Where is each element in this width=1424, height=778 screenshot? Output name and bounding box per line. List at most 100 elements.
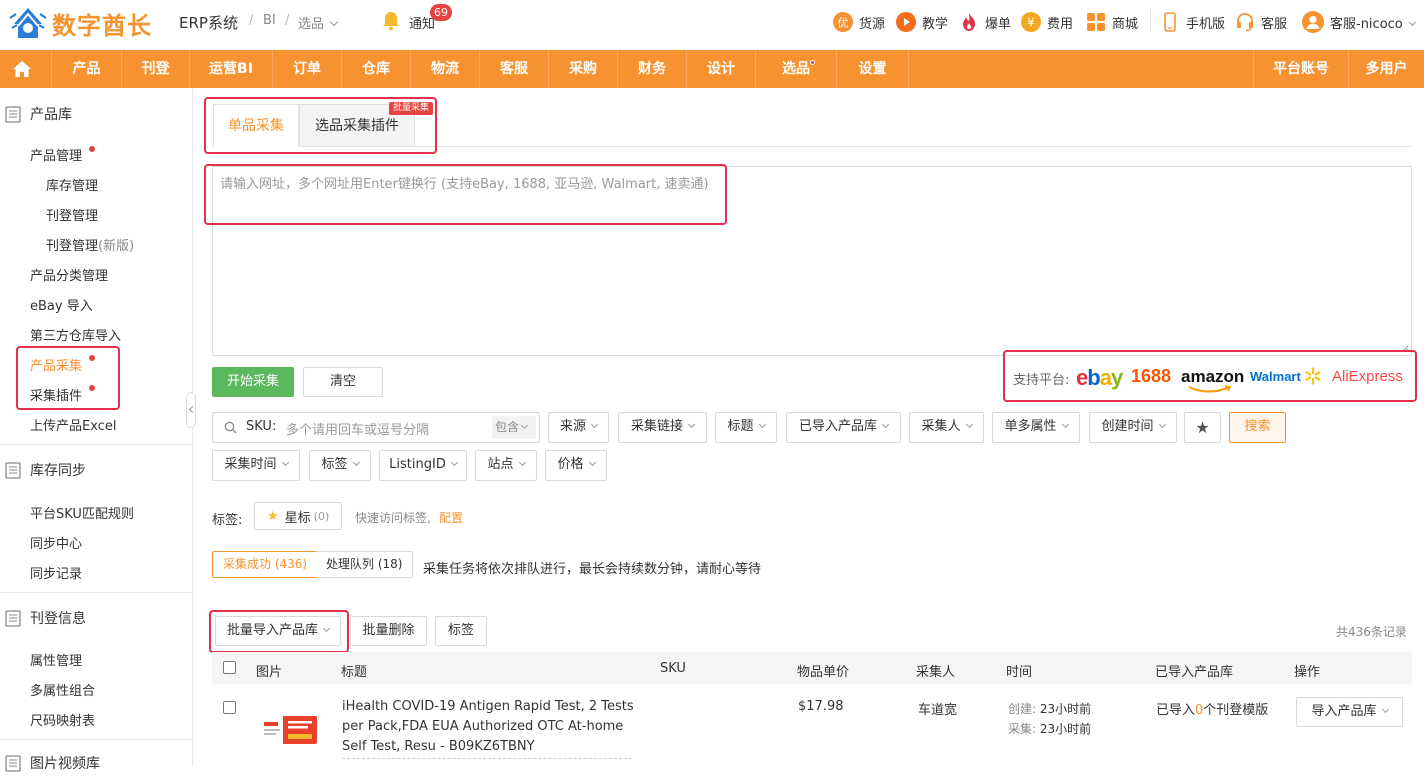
breadcrumb-xuanpin[interactable]: 选品 bbox=[298, 13, 339, 32]
nav-product[interactable]: 产品 bbox=[52, 50, 122, 88]
bulk-delete-button[interactable]: 批量删除 bbox=[350, 616, 427, 646]
sidebar-item-listing-management[interactable]: 刊登管理 bbox=[46, 205, 98, 224]
row-title[interactable]: iHealth COVID-19 Antigen Rapid Test, 2 T… bbox=[342, 697, 634, 757]
col-collector: 采集人 bbox=[916, 665, 956, 680]
nav-platform-accounts[interactable]: 平台账号 bbox=[1253, 50, 1349, 88]
filter-created-time[interactable]: 创建时间 bbox=[1089, 412, 1177, 443]
chief-logo-icon[interactable] bbox=[8, 4, 48, 42]
nav-multi-user[interactable]: 多用户 bbox=[1349, 50, 1424, 88]
sidebar-item-product-collection[interactable]: 产品采集 bbox=[30, 355, 82, 374]
header-link-tutorial[interactable]: 教学 bbox=[896, 12, 948, 32]
filter-tag[interactable]: 标签 bbox=[309, 450, 371, 481]
document-icon bbox=[5, 106, 21, 123]
filter-price[interactable]: 价格 bbox=[545, 450, 607, 481]
platform-1688: 1688 bbox=[1131, 366, 1172, 386]
nav-notice-dot bbox=[810, 60, 815, 65]
platform-amazon: amazon bbox=[1181, 367, 1244, 393]
row-import-button[interactable]: 导入产品库 bbox=[1296, 697, 1403, 727]
resize-grip-icon[interactable] bbox=[1401, 345, 1409, 353]
header-link-hot[interactable]: 爆单 bbox=[959, 12, 1011, 32]
sidebar-item-inventory-management[interactable]: 库存管理 bbox=[46, 175, 98, 194]
filter-listing-id[interactable]: ListingID bbox=[379, 450, 467, 481]
sidebar-item-ebay-import[interactable]: eBay 导入 bbox=[30, 295, 93, 314]
select-all-checkbox[interactable] bbox=[223, 661, 236, 674]
star-icon: ★ bbox=[267, 508, 279, 524]
sidebar-item-multi-attribute-combo[interactable]: 多属性组合 bbox=[30, 680, 95, 699]
nav-customer-service[interactable]: 客服 bbox=[480, 50, 549, 88]
sidebar-item-collection-plugin[interactable]: 采集插件 bbox=[30, 385, 82, 404]
main-nav: 产品 刊登 运营BI 订单 仓库 物流 客服 采购 财务 设计 选品 设置 平台… bbox=[0, 50, 1424, 88]
sidebar-section-listing-info[interactable]: 刊登信息 bbox=[0, 603, 192, 633]
status-queue-tab[interactable]: 处理队列 (18) bbox=[316, 551, 414, 578]
sidebar-collapse-handle[interactable] bbox=[186, 392, 196, 428]
logo-text[interactable]: 数字酋长 bbox=[52, 6, 152, 41]
filter-collector[interactable]: 采集人 bbox=[909, 412, 984, 443]
batch-collect-badge: 批量采集 bbox=[389, 102, 434, 115]
sidebar-item-size-mapping[interactable]: 尺码映射表 bbox=[30, 710, 95, 729]
header-link-mobile[interactable]: 手机版 bbox=[1160, 12, 1225, 32]
filter-site[interactable]: 站点 bbox=[475, 450, 537, 481]
header-link-fees[interactable]: ¥ 费用 bbox=[1021, 12, 1073, 32]
filter-title[interactable]: 标题 bbox=[715, 412, 777, 443]
top-header: 数字酋长 ERP系统 / BI / 选品 通知 69 优 货源 教学 爆单 ¥ … bbox=[0, 0, 1424, 44]
tags-config-link[interactable]: 配置 bbox=[439, 509, 463, 526]
filter-source[interactable]: 来源 bbox=[548, 412, 609, 443]
nav-warehouse[interactable]: 仓库 bbox=[342, 50, 411, 88]
bulk-import-button[interactable]: 批量导入产品库 bbox=[215, 616, 341, 646]
col-actions: 操作 bbox=[1294, 665, 1321, 680]
nav-finance[interactable]: 财务 bbox=[618, 50, 687, 88]
nav-logistics[interactable]: 物流 bbox=[411, 50, 480, 88]
row-checkbox[interactable] bbox=[223, 701, 236, 714]
nav-design[interactable]: 设计 bbox=[687, 50, 756, 88]
sidebar-item-sync-center[interactable]: 同步中心 bbox=[30, 533, 82, 552]
sidebar-item-category-management[interactable]: 产品分类管理 bbox=[30, 265, 108, 284]
nav-orders[interactable]: 订单 bbox=[273, 50, 342, 88]
chevron-down-icon bbox=[518, 458, 526, 467]
bell-icon[interactable] bbox=[382, 11, 400, 31]
url-input[interactable] bbox=[212, 166, 1412, 356]
sidebar-item-upload-excel[interactable]: 上传产品Excel bbox=[30, 415, 116, 434]
filter-collect-link[interactable]: 采集链接 bbox=[618, 412, 707, 443]
bulk-tag-button[interactable]: 标签 bbox=[435, 616, 487, 646]
chevron-down-icon bbox=[1061, 420, 1069, 429]
nav-operations-bi[interactable]: 运营BI bbox=[190, 50, 273, 88]
filter-single-multi-attr[interactable]: 单多属性 bbox=[992, 412, 1080, 443]
start-collect-button[interactable]: 开始采集 bbox=[212, 367, 294, 397]
filter-collect-time[interactable]: 采集时间 bbox=[212, 450, 300, 481]
clear-button[interactable]: 清空 bbox=[303, 367, 383, 397]
nav-product-selection[interactable]: 选品 bbox=[756, 50, 837, 88]
status-success-tab[interactable]: 采集成功 (436) bbox=[212, 551, 319, 578]
nav-settings[interactable]: 设置 bbox=[837, 50, 909, 88]
sidebar-item-product-management[interactable]: 产品管理 bbox=[30, 145, 82, 164]
chevron-down-icon bbox=[881, 420, 890, 429]
nav-purchasing[interactable]: 采购 bbox=[549, 50, 618, 88]
filter-imported[interactable]: 已导入产品库 bbox=[786, 412, 901, 443]
grid-apps-icon bbox=[1087, 13, 1105, 31]
sidebar-item-third-party-warehouse-import[interactable]: 第三方仓库导入 bbox=[30, 325, 121, 344]
sidebar-item-sync-records[interactable]: 同步记录 bbox=[30, 563, 82, 582]
contains-select[interactable]: 包含 bbox=[492, 416, 536, 439]
header-link-source[interactable]: 优 货源 bbox=[833, 12, 885, 32]
sidebar-section-media-library[interactable]: 图片视频库 bbox=[0, 748, 192, 778]
nav-home[interactable] bbox=[0, 50, 52, 88]
header-link-mall[interactable]: 商城 bbox=[1086, 12, 1138, 32]
sidebar-section-product-library[interactable]: 产品库 bbox=[0, 99, 192, 129]
sidebar-item-attribute-management[interactable]: 属性管理 bbox=[30, 650, 82, 669]
notify-count-badge: 69 bbox=[430, 4, 452, 21]
col-imported: 已导入产品库 bbox=[1155, 665, 1234, 680]
breadcrumb-bi[interactable]: BI bbox=[263, 13, 276, 28]
document-icon bbox=[5, 462, 21, 479]
chevron-down-icon bbox=[1408, 18, 1416, 26]
product-thumbnail[interactable] bbox=[258, 712, 320, 748]
user-menu[interactable]: 客服-nicoco bbox=[1302, 11, 1416, 33]
favorite-star-button[interactable]: ★ bbox=[1184, 412, 1221, 443]
header-link-support[interactable]: 客服 bbox=[1235, 12, 1287, 32]
search-button[interactable]: 搜索 bbox=[1229, 412, 1286, 443]
sidebar-section-inventory-sync[interactable]: 库存同步 bbox=[0, 455, 192, 485]
tab-single-collection[interactable]: 单品采集 bbox=[213, 104, 299, 147]
tag-star-chip[interactable]: ★ 星标 (0) bbox=[254, 502, 342, 530]
nav-listing[interactable]: 刊登 bbox=[122, 50, 190, 88]
sku-label: SKU: bbox=[246, 419, 277, 434]
sidebar-item-listing-management-new[interactable]: 刊登管理(新版) bbox=[46, 235, 134, 254]
sidebar-item-sku-match-rules[interactable]: 平台SKU匹配规则 bbox=[30, 503, 134, 522]
